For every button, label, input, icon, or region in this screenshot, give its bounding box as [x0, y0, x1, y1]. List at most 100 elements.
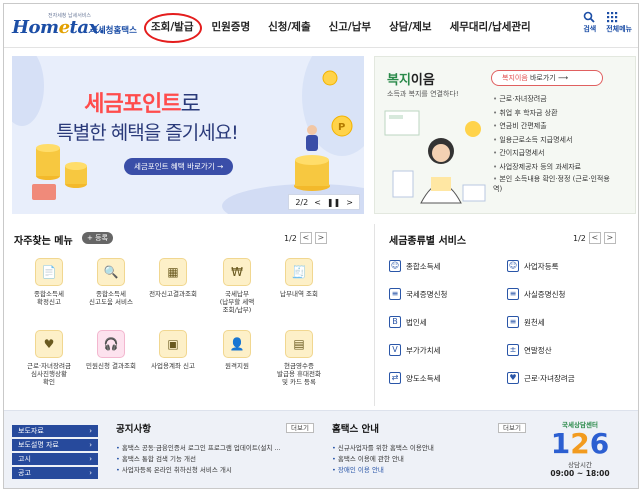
welfare-item[interactable]: 사업장제공자 등의 과세자료 [493, 161, 613, 175]
nav-consult-report[interactable]: 상담/제보 [380, 4, 440, 48]
prev-page-button[interactable]: < [588, 232, 601, 244]
corp-icon: B [389, 316, 401, 328]
guide-item[interactable]: 홈택스 이용에 관한 안내 [332, 454, 528, 465]
services-pager: 1/2 < > [573, 232, 616, 244]
all-menu-button[interactable]: 전체메뉴 [606, 10, 632, 34]
favorite-item[interactable]: 📄 종합소득세 확정신고 [20, 258, 78, 306]
next-page-button[interactable]: > [603, 232, 616, 244]
service-item[interactable]: B 법인세 [389, 316, 427, 328]
notice-list: 홈택스 공동·금융인증서 로그인 프로그램 업데이트(설치 ... 홈택스 통합… [116, 443, 316, 476]
favorite-item[interactable]: ▣ 사업용계좌 신고 [144, 330, 202, 370]
service-item[interactable]: ≡ 원천세 [507, 316, 545, 328]
press-explanation-link[interactable]: 보도설명 자료 › [12, 439, 98, 451]
hometax-main-window: 전자세청 납세서비스 Hometax. 국세청홈택스 조회/발급 민원증명 신청… [3, 3, 639, 489]
favorite-menu-title: 자주찾는 메뉴 [14, 236, 73, 247]
welfare-item[interactable]: 연금비 간편제출 [493, 120, 613, 134]
chevron-right-icon: › [89, 455, 92, 463]
service-item[interactable]: V 부가가치세 [389, 344, 441, 356]
doc-icon: 📄 [35, 258, 63, 286]
chevron-right-icon: › [89, 469, 92, 477]
favorite-item[interactable]: 🔍 종합소득세 신고도움 서비스 [82, 258, 140, 306]
service-item[interactable]: ⇄ 양도소득세 [389, 372, 441, 384]
main-navigation: 조회/발급 민원증명 신청/제출 신고/납부 상담/제보 세무대리/납세관리 [142, 4, 540, 48]
account-icon: ▣ [159, 330, 187, 358]
welfare-title: 복지이음 [387, 73, 435, 88]
fact-icon: ≡ [507, 288, 519, 300]
service-item[interactable]: ☺ 사업자등록 [507, 260, 559, 272]
nav-report-pay[interactable]: 신고/납부 [320, 4, 380, 48]
next-arrow-icon[interactable]: > [344, 198, 355, 207]
services-page-indicator: 1/2 [573, 233, 586, 243]
call-center-number: 126 [550, 427, 610, 460]
service-item[interactable]: ≡ 국세증명신청 [389, 288, 447, 300]
service-item[interactable]: ♥ 근로·자녀장려금 [507, 372, 575, 384]
next-page-button[interactable]: > [314, 232, 327, 244]
favorite-item[interactable]: ▤ 현금영수증 발급용 휴대전화 및 카드 등록 [270, 330, 328, 386]
welfare-description: 소득과 복지를 연결하다! [387, 90, 459, 98]
person-icon: ☺ [507, 260, 519, 272]
welfare-item[interactable]: 취업 후 학자금 상환 [493, 107, 613, 121]
welfare-illustration [384, 110, 486, 204]
nav-inquiry-issue[interactable]: 조회/발급 [142, 4, 203, 48]
call-hours: 09:00 ~ 18:00 [550, 469, 610, 478]
notice-more-button[interactable]: 더보기 [286, 423, 314, 433]
favorite-item[interactable]: ▦ 전자신고결과조회 [144, 258, 202, 298]
hometax-logo[interactable]: 전자세청 납세서비스 Hometax. 국세청홈택스 [12, 12, 137, 40]
quick-links: 보도자료 › 보도설명 자료 › 고시 › 공고 › [12, 425, 98, 481]
welfare-item[interactable]: 일용근로소득 지급명세서 [493, 134, 613, 148]
tax-services-title: 세금종류별 서비스 [389, 236, 467, 247]
favorite-item[interactable]: 🧾 납부내역 조회 [270, 258, 328, 298]
notice-item[interactable]: 사업자등록 온라인 취하신청 서비스 개시 [116, 465, 316, 476]
welfare-item[interactable]: 본인 소득내용 확인·정정 (근로·인적용역) [493, 174, 613, 194]
call-hours-caption: 상담시간 [568, 461, 592, 469]
notice-item[interactable]: 홈택스 통합 검색 기능 개선 [116, 454, 316, 465]
utility-menu: 검색 전체메뉴 [583, 10, 632, 34]
banner-page-indicator: 2/2 [295, 197, 309, 207]
people-icon: ☺ [389, 260, 401, 272]
result-icon: ▦ [159, 258, 187, 286]
notice-item[interactable]: 홈택스 공동·금융인증서 로그인 프로그램 업데이트(설치 ... [116, 443, 316, 454]
service-item[interactable]: ☺ 종합소득세 [389, 260, 441, 272]
prev-page-button[interactable]: < [299, 232, 312, 244]
cert-icon: ≡ [389, 288, 401, 300]
card-icon: ▤ [285, 330, 313, 358]
guide-item[interactable]: 신규사업자를 위한 홈택스 이용안내 [332, 443, 528, 454]
heart-icon: ♥ [35, 330, 63, 358]
register-favorite-button[interactable]: + 등록 [82, 232, 113, 244]
search-label: 검색 [583, 25, 597, 33]
pause-icon[interactable]: ❚❚ [325, 198, 342, 207]
favorite-item[interactable]: ₩ 국세납부 (납부할 세액 조회/납부) [208, 258, 266, 314]
nav-tax-agent[interactable]: 세무대리/납세관리 [441, 4, 540, 48]
press-release-link[interactable]: 보도자료 › [12, 425, 98, 437]
welfare-shortcut-button[interactable]: 복지이음 바로가기 ⟶ [491, 70, 603, 86]
welfare-item[interactable]: 간이지급명세서 [493, 147, 613, 161]
transfer-icon: ⇄ [389, 372, 401, 384]
tax-point-banner[interactable]: P 세금포인트로 특별한 혜택을 즐기세요! 세금포인트 혜택 바로가기 → 2… [12, 56, 364, 214]
search-button[interactable]: 검색 [583, 10, 596, 34]
welfare-link-banner: 복지이음 소득과 복지를 연결하다! 복지이음 바로가기 ⟶ 근로·자녀장려금 … [374, 56, 636, 214]
favorite-item[interactable]: 🎧 민원신청 결과조회 [82, 330, 140, 370]
chevron-right-icon: › [89, 427, 92, 435]
nav-apply-submit[interactable]: 신청/제출 [259, 4, 319, 48]
announcement-link[interactable]: 공고 › [12, 467, 98, 479]
heart-icon: ♥ [507, 372, 519, 384]
nav-civil-certificate[interactable]: 민원증명 [202, 4, 259, 48]
withhold-icon: ≡ [507, 316, 519, 328]
guide-list: 신규사업자를 위한 홈택스 이용안내 홈택스 이용에 관한 안내 장애인 이용 … [332, 443, 528, 476]
favorite-pager: 1/2 < > [284, 232, 327, 244]
favorite-item[interactable]: 👤 원격지원 [208, 330, 266, 370]
chevron-right-icon: › [89, 441, 92, 449]
service-item[interactable]: ≡ 사실증명신청 [507, 288, 565, 300]
banner-title: 세금포인트로 [84, 92, 200, 117]
call-center-info: 국세상담센터 126 상담시간 09:00 ~ 18:00 [544, 419, 616, 487]
guide-more-button[interactable]: 더보기 [498, 423, 526, 433]
favorite-item[interactable]: ♥ 근로·자녀장려금 심사진행상황 확인 [20, 330, 78, 386]
prev-arrow-icon[interactable]: < [312, 198, 323, 207]
tax-point-benefit-button[interactable]: 세금포인트 혜택 바로가기 → [124, 158, 234, 175]
service-item[interactable]: ± 연말정산 [507, 344, 552, 356]
notification-link[interactable]: 고시 › [12, 453, 98, 465]
welfare-item[interactable]: 근로·자녀장려금 [493, 93, 613, 107]
vat-icon: V [389, 344, 401, 356]
grid-icon [607, 12, 618, 23]
guide-item[interactable]: 장애인 이용 안내 [332, 465, 528, 476]
